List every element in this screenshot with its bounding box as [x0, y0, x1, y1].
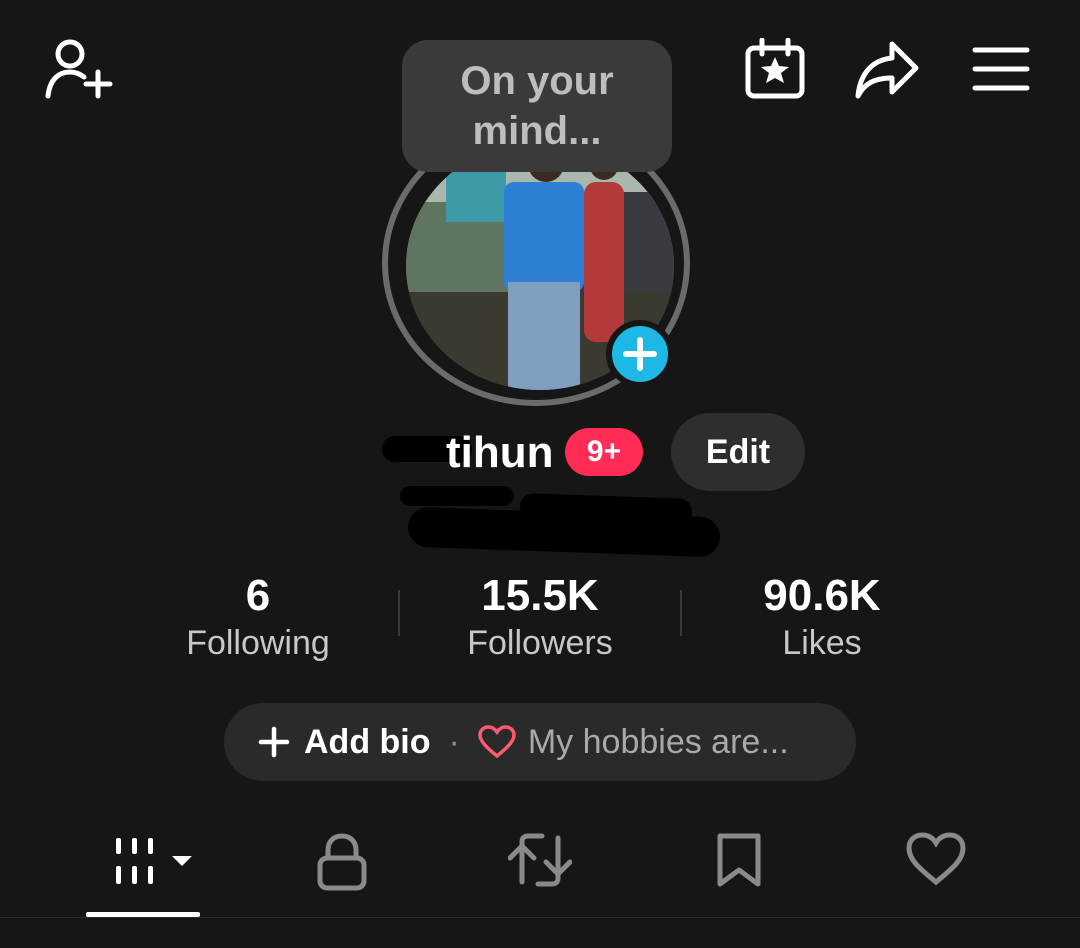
note-line-1: On your	[460, 59, 614, 103]
repost-icon	[508, 833, 572, 887]
tab-reposts[interactable]	[508, 832, 572, 888]
bio-hobbies-prompt: My hobbies are...	[527, 722, 789, 761]
lock-icon	[317, 833, 367, 891]
stat-followers[interactable]: 15.5K Followers	[410, 570, 670, 664]
tabs-bottom-divider	[0, 917, 1080, 918]
bookmark-icon	[717, 833, 761, 887]
stat-following[interactable]: 6 Following	[128, 570, 388, 664]
plus-icon	[623, 337, 657, 371]
stat-value: 90.6K	[763, 571, 881, 620]
tab-liked[interactable]	[906, 832, 966, 886]
stat-value: 15.5K	[481, 571, 599, 620]
tab-favorites[interactable]	[716, 832, 762, 888]
heart-icon	[478, 725, 516, 759]
stat-label: Likes	[782, 624, 862, 662]
profile-name: tihun	[446, 428, 554, 477]
heart-icon	[906, 832, 966, 886]
calendar-star-icon[interactable]	[744, 38, 806, 100]
note-bubble[interactable]: On your mind...	[402, 40, 672, 172]
add-story-button[interactable]	[606, 320, 674, 388]
grid-bars-icon	[116, 838, 192, 884]
note-line-2: mind...	[472, 109, 602, 153]
stat-likes[interactable]: 90.6K Likes	[692, 570, 952, 664]
stat-label: Followers	[467, 624, 613, 662]
stat-value: 6	[245, 571, 271, 620]
notification-badge[interactable]: 9+	[565, 428, 643, 476]
add-friend-icon[interactable]	[44, 38, 114, 102]
bio-separator: ·	[448, 722, 460, 761]
add-bio-label: Add bio	[304, 722, 431, 761]
menu-icon[interactable]	[972, 46, 1030, 92]
add-bio-button[interactable]: Add bio · My hobbies are...	[224, 703, 856, 781]
stat-divider	[680, 590, 682, 636]
plus-icon	[258, 726, 290, 758]
tab-private[interactable]	[316, 832, 368, 892]
stat-divider	[398, 590, 400, 636]
stat-label: Following	[186, 624, 330, 662]
edit-profile-button[interactable]: Edit	[671, 413, 805, 491]
redaction-mark	[400, 486, 514, 506]
tab-videos[interactable]	[114, 832, 198, 892]
share-icon[interactable]	[854, 40, 920, 100]
